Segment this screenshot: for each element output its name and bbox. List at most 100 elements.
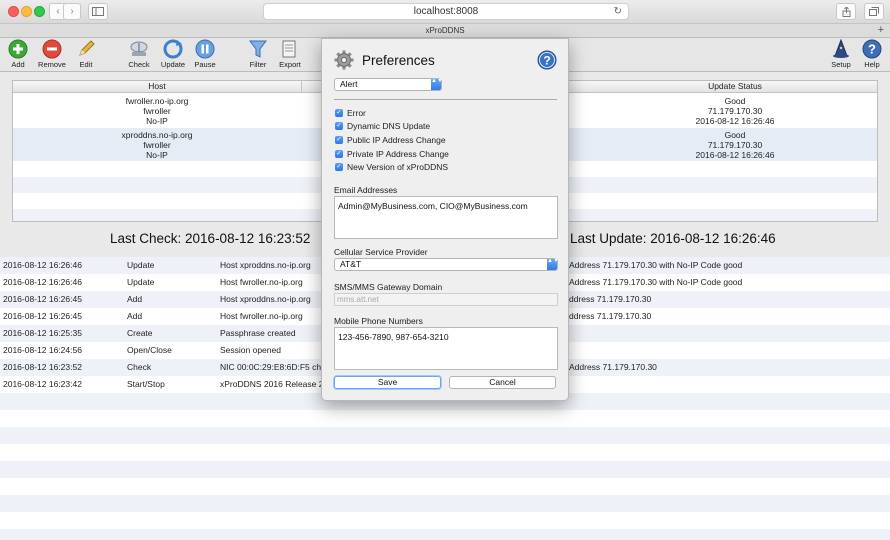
help-toolbar-button[interactable]: ? Help <box>855 39 889 69</box>
checkbox-label: Error <box>347 108 366 118</box>
add-icon <box>8 39 28 59</box>
log-type: Check <box>127 362 152 372</box>
checkmark-icon: ✓ <box>335 121 343 130</box>
status-text: Good <box>724 130 746 140</box>
log-message-tail: Address 71.179.170.30 <box>569 362 657 372</box>
log-type: Update <box>127 277 155 287</box>
help-icon[interactable]: ? <box>537 50 557 70</box>
share-button[interactable] <box>836 3 856 20</box>
last-update-label: Last Update: 2016-08-12 16:26:46 <box>570 231 776 246</box>
log-type: Update <box>127 260 155 270</box>
pause-button[interactable]: Pause <box>188 39 222 69</box>
host-name: fwroller.no-ip.org <box>125 96 189 106</box>
last-check-label: Last Check: 2016-08-12 16:23:52 <box>110 231 311 246</box>
share-icon <box>842 6 850 17</box>
url-text: localhost:8008 <box>413 6 479 17</box>
log-time: 2016-08-12 16:26:45 <box>3 294 82 304</box>
error-checkbox[interactable]: ✓ Error <box>335 108 366 120</box>
help-label: Help <box>864 60 880 69</box>
checkmark-icon: ✓ <box>335 108 343 117</box>
help-icon: ? <box>862 39 882 59</box>
category-value: Alert <box>340 79 358 89</box>
private-ip-change-checkbox[interactable]: ✓ Private IP Address Change <box>335 149 449 161</box>
status-column-header[interactable]: Update Status <box>591 81 877 92</box>
log-time: 2016-08-12 16:25:35 <box>3 328 82 338</box>
log-message: Session opened <box>220 345 281 355</box>
log-message: Passphrase created <box>220 328 296 338</box>
host-service: No-IP <box>146 116 168 126</box>
filter-icon <box>249 40 267 58</box>
checkbox-label: New Version of xProDDNS <box>347 162 449 172</box>
sidebar-toggle-button[interactable] <box>88 3 108 20</box>
carrier-select[interactable]: AT&T ▲▼ <box>334 258 559 271</box>
status-cell: Good 71.179.170.30 2016-08-12 16:26:46 <box>591 130 877 160</box>
tab-title[interactable]: xProDDNS <box>425 26 464 35</box>
tabs-icon <box>869 7 879 16</box>
new-tab-icon[interactable]: + <box>878 24 884 37</box>
log-message-tail: Address 71.179.170.30 with No-IP Code go… <box>569 277 743 287</box>
forward-button[interactable]: › <box>63 3 81 20</box>
filter-label: Filter <box>249 60 267 69</box>
empty-row-stripe <box>0 495 890 512</box>
svg-text:?: ? <box>543 54 550 68</box>
dns-update-checkbox[interactable]: ✓ Dynamic DNS Update <box>335 121 430 133</box>
save-button[interactable]: Save <box>334 376 441 389</box>
host-name: xproddns.no-ip.org <box>121 130 193 140</box>
dialog-title: Preferences <box>362 53 435 68</box>
checkmark-icon: ✓ <box>335 149 343 158</box>
log-time: 2016-08-12 16:23:52 <box>3 362 82 372</box>
cancel-button[interactable]: Cancel <box>449 376 556 389</box>
email-textarea[interactable]: Admin@MyBusiness.com, CIO@MyBusiness.com <box>334 196 558 239</box>
status-time: 2016-08-12 16:26:46 <box>695 150 775 160</box>
sms-gateway-field[interactable]: mms.att.net <box>334 293 558 306</box>
zoom-window-button[interactable] <box>34 6 45 17</box>
url-bar[interactable]: localhost:8008 ↻ <box>263 3 629 20</box>
empty-row-stripe <box>0 461 890 478</box>
log-time: 2016-08-12 16:26:45 <box>3 311 82 321</box>
host-cell: xproddns.no-ip.org fwroller No-IP <box>13 130 301 160</box>
check-button[interactable]: Check <box>122 39 156 69</box>
log-message-tail: Address 71.179.170.30 with No-IP Code go… <box>569 260 743 270</box>
setup-label: Setup <box>831 60 851 69</box>
reload-icon[interactable]: ↻ <box>614 4 622 19</box>
log-message: Host xproddns.no-ip.org <box>220 260 311 270</box>
network-check-icon <box>130 41 148 56</box>
checkbox-label: Public IP Address Change <box>347 135 446 145</box>
log-message: Host fwroller.no-ip.org <box>220 277 303 287</box>
pause-label: Pause <box>194 60 216 69</box>
column-divider <box>301 81 302 93</box>
log-type: Add <box>127 311 143 321</box>
log-type: Open/Close <box>127 345 172 355</box>
close-window-button[interactable] <box>8 6 19 17</box>
setup-button[interactable]: Setup <box>824 39 858 69</box>
check-label: Check <box>128 60 150 69</box>
preferences-dialog: Preferences ? Alert ▲▼ ✓ Error ✓ Dynamic D… <box>321 38 569 401</box>
filter-button[interactable]: Filter <box>241 39 275 69</box>
log-message: xProDDNS 2016 Release 2 <box>220 379 324 389</box>
add-button[interactable]: Add <box>1 39 35 69</box>
chevron-right-icon: › <box>70 6 74 17</box>
select-arrows-icon: ▲▼ <box>547 258 559 270</box>
pause-icon <box>195 39 215 59</box>
wizard-hat-icon <box>833 39 849 58</box>
phone-textarea[interactable]: 123-456-7890, 987-654-3210 <box>334 327 558 370</box>
email-label: Email Addresses <box>334 185 398 195</box>
remove-button[interactable]: Remove <box>35 39 69 69</box>
minimize-window-button[interactable] <box>21 6 32 17</box>
remove-icon <box>42 39 62 59</box>
sidebar-icon <box>92 7 104 16</box>
show-tabs-button[interactable] <box>864 3 884 20</box>
export-button[interactable]: Export <box>273 39 307 69</box>
new-version-checkbox[interactable]: ✓ New Version of xProDDNS <box>335 162 448 174</box>
add-label: Add <box>11 60 25 69</box>
status-ip: 71.179.170.30 <box>707 140 763 150</box>
carrier-label: Cellular Service Provider <box>334 247 428 257</box>
chevron-left-icon: ‹ <box>56 6 60 17</box>
host-column-header[interactable]: Host <box>13 81 301 92</box>
public-ip-change-checkbox[interactable]: ✓ Public IP Address Change <box>335 135 446 147</box>
update-button[interactable]: Update <box>156 39 190 69</box>
edit-button[interactable]: Edit <box>69 39 103 69</box>
status-ip: 71.179.170.30 <box>707 106 763 116</box>
log-type: Start/Stop <box>127 379 165 389</box>
category-select[interactable]: Alert ▲▼ <box>334 78 443 91</box>
